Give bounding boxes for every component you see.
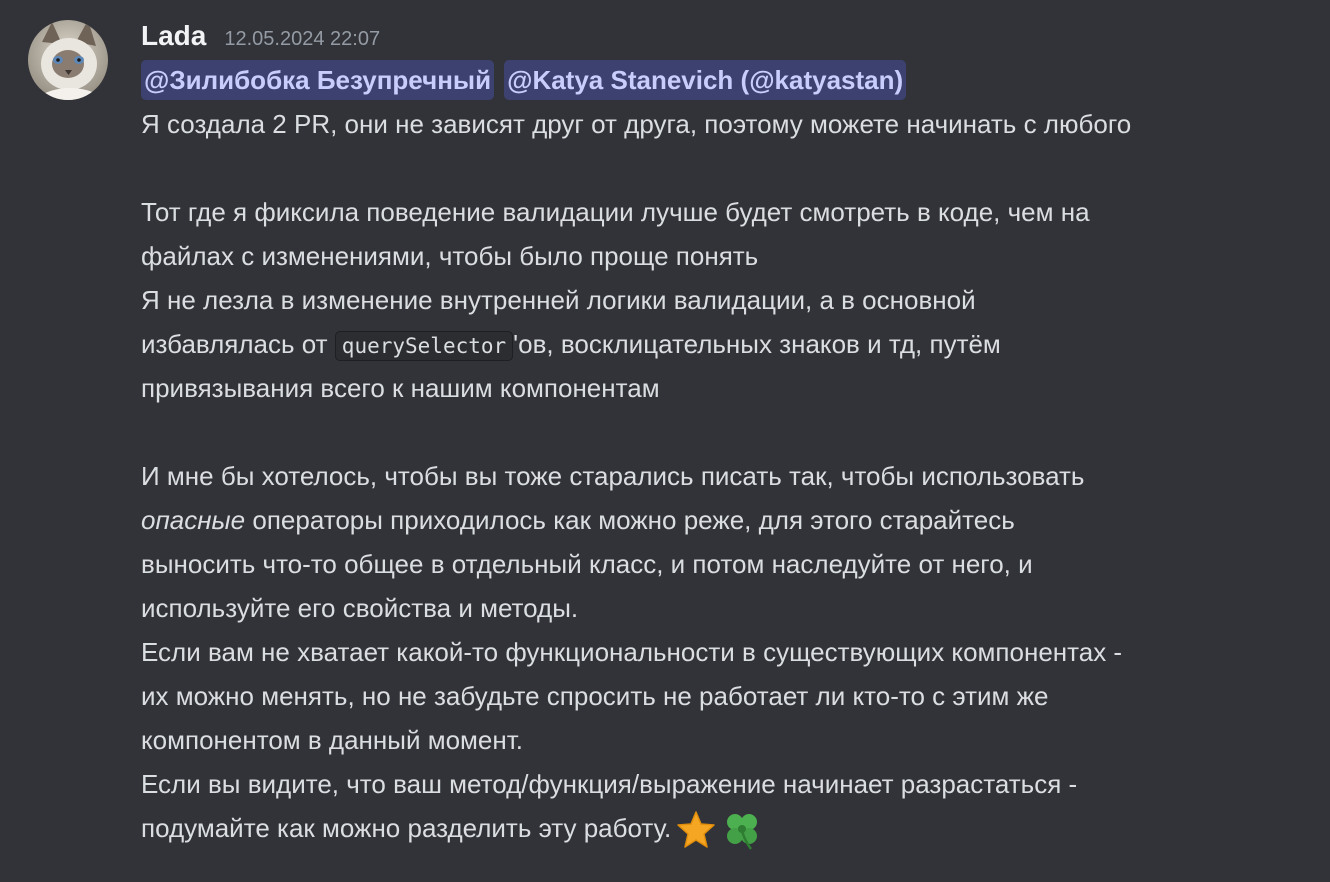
- message-line: избавлялась от querySelector'ов, восклиц…: [141, 322, 1311, 366]
- message-line: используйте его свойства и методы.: [141, 593, 579, 623]
- message-line: привязывания всего к нашим компонентам: [141, 373, 660, 403]
- message-line: Я создала 2 PR, они не зависят друг от д…: [141, 109, 1132, 139]
- message-line: Если вам не хватает какой-то функциональ…: [141, 637, 1123, 667]
- message-line: опасные операторы приходилось как можно …: [141, 498, 1311, 542]
- message-line: подумайте как можно разделить эту работу…: [141, 806, 1311, 850]
- star-emoji[interactable]: [675, 809, 717, 851]
- message-text: 'ов, восклицательных знаков и тд, путём: [513, 329, 1001, 359]
- mentions-row: @Зилибобка Безупречный @Katya Stanevich …: [141, 58, 1311, 102]
- message-header: Lada 12.05.2024 22:07: [141, 20, 1311, 58]
- four-leaf-clover-emoji[interactable]: [721, 809, 763, 851]
- message-text: операторы приходилось как можно реже, дл…: [245, 505, 1015, 535]
- avatar[interactable]: [28, 20, 108, 100]
- username[interactable]: Lada: [141, 20, 206, 52]
- message-line: Я не лезла в изменение внутренней логики…: [141, 285, 976, 315]
- message-text: избавлялась от: [141, 329, 335, 359]
- mention-user-katya[interactable]: @Katya Stanevich (@katyastan): [504, 60, 907, 100]
- message-line: Тот где я фиксила поведение валидации лу…: [141, 197, 1090, 227]
- timestamp[interactable]: 12.05.2024 22:07: [224, 28, 380, 51]
- message-text: подумайте как можно разделить эту работу…: [141, 813, 672, 843]
- message-line: их можно менять, но не забудьте спросить…: [141, 681, 1049, 711]
- italic-text: опасные: [141, 505, 246, 535]
- message-line: файлах с изменениями, чтобы было проще п…: [141, 241, 759, 271]
- message-line: Если вы видите, что ваш метод/функция/вы…: [141, 769, 1078, 799]
- cat-avatar-image: [28, 20, 108, 100]
- message-line: компонентом в данный момент.: [141, 725, 523, 755]
- message-body: Я создала 2 PR, они не зависят друг от д…: [141, 102, 1311, 850]
- message-line: выносить что-то общее в отдельный класс,…: [141, 549, 1033, 579]
- mention-user-zilibobka[interactable]: @Зилибобка Безупречный: [141, 60, 495, 100]
- message-content: Lada 12.05.2024 22:07 @Зилибобка Безупре…: [141, 20, 1311, 850]
- message-line: И мне бы хотелось, чтобы вы тоже старали…: [141, 461, 1085, 491]
- chat-message: Lada 12.05.2024 22:07 @Зилибобка Безупре…: [0, 0, 1330, 882]
- inline-code: querySelector: [334, 331, 514, 361]
